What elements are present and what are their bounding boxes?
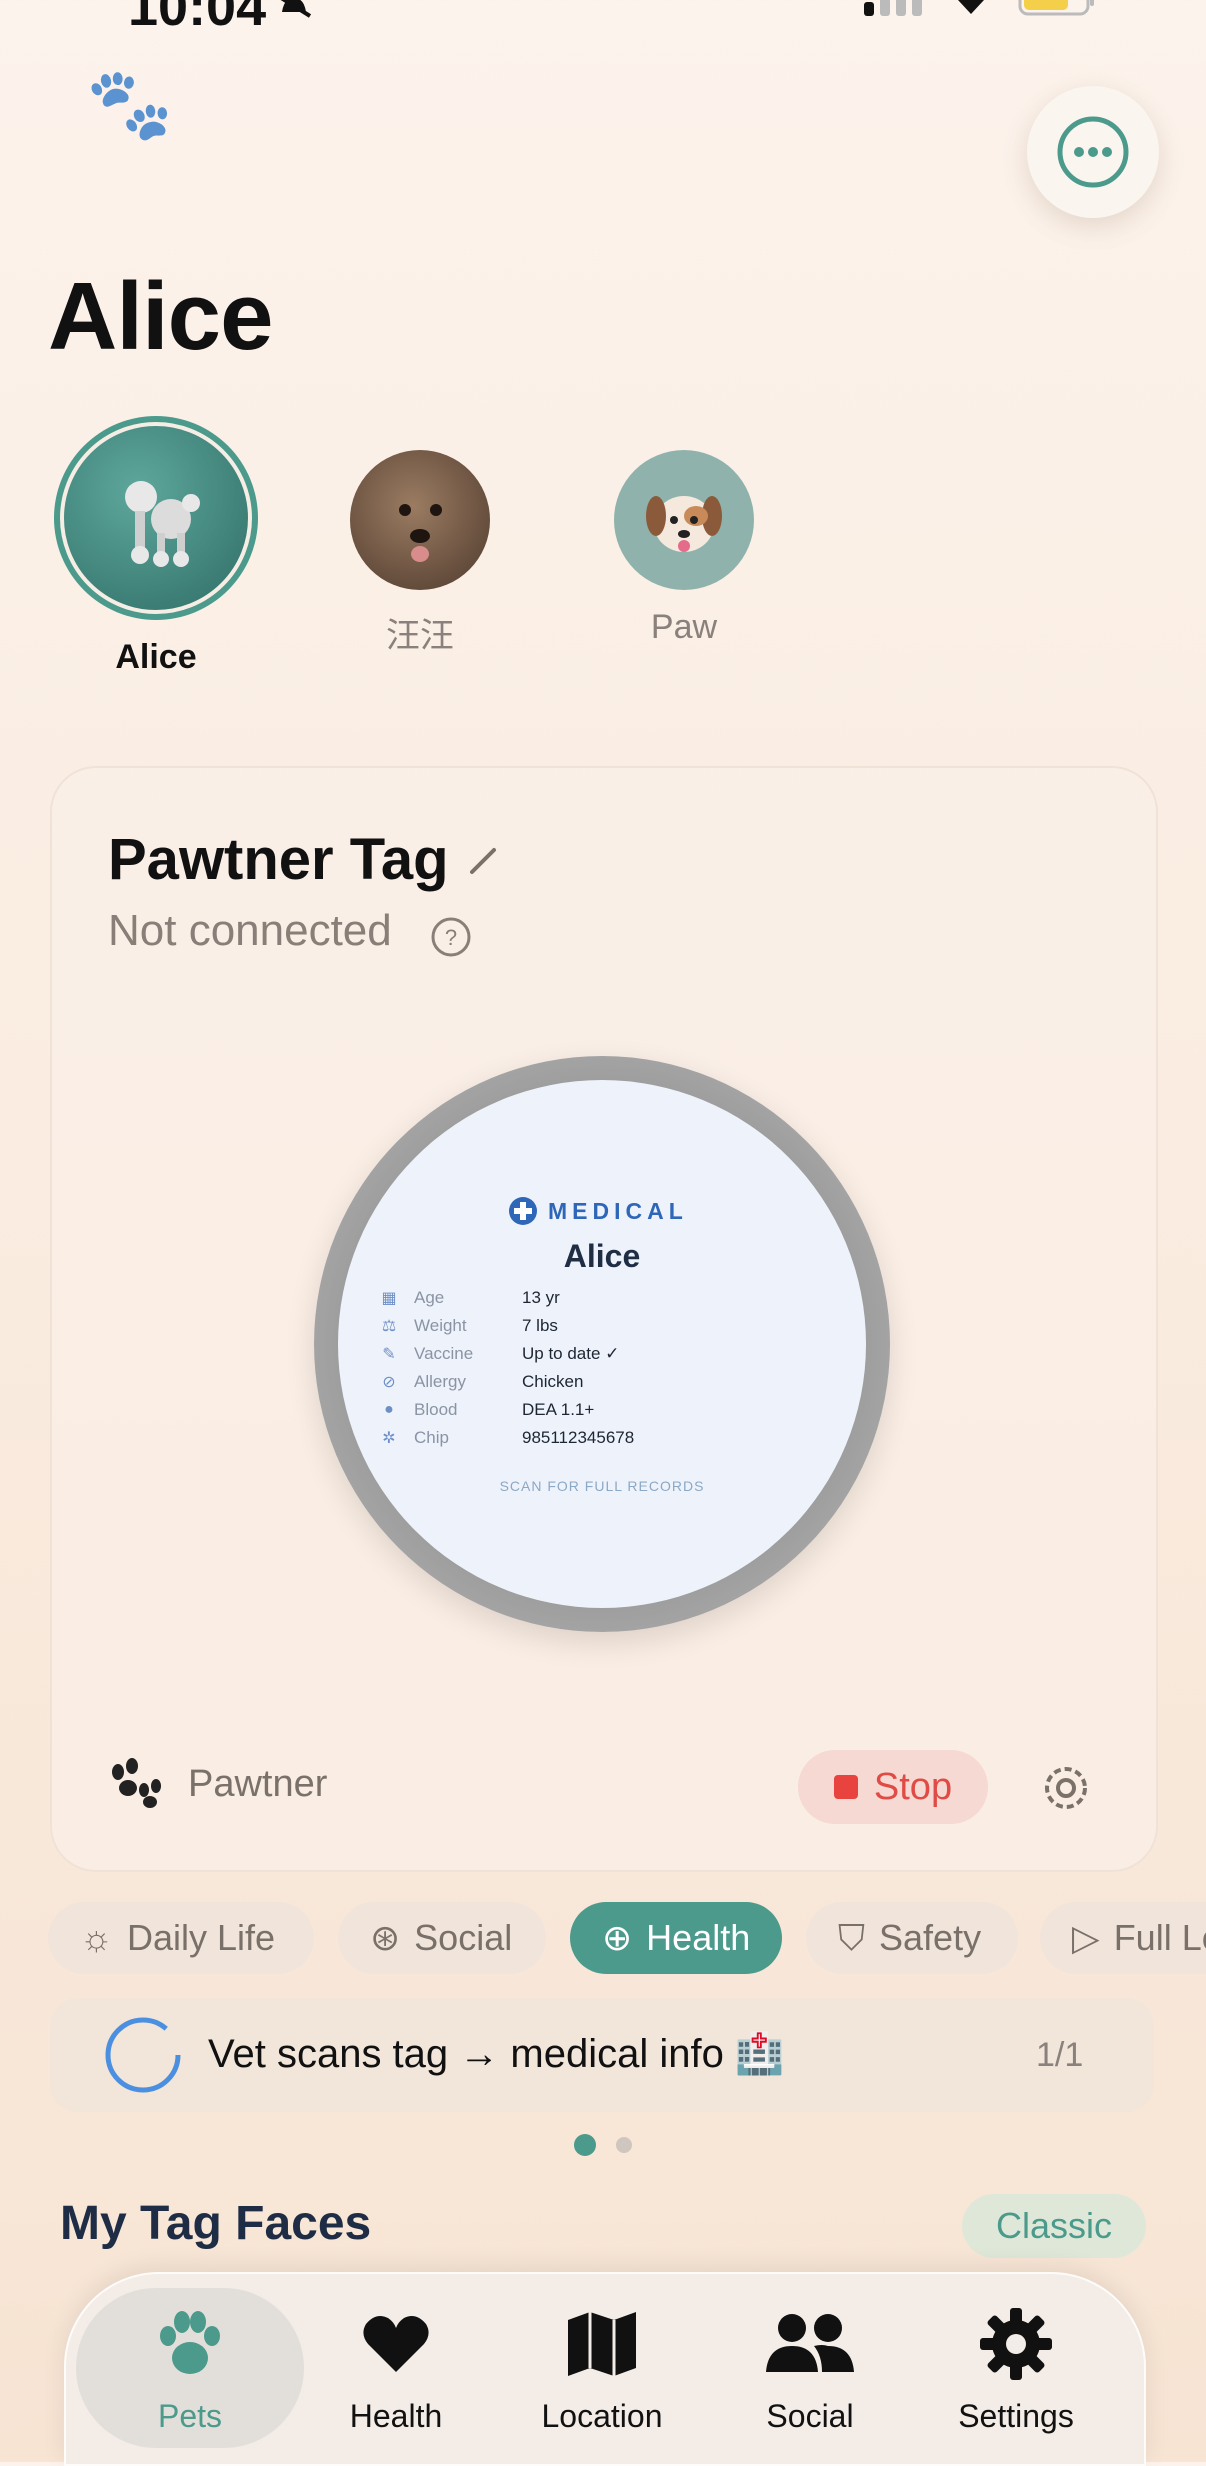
tab-label: Social bbox=[766, 2398, 854, 2434]
medical-value: 985112345678 bbox=[522, 1428, 635, 1447]
pet-selector-paw[interactable]: Paw bbox=[614, 450, 754, 647]
bell-muted-icon bbox=[280, 0, 312, 18]
tab-label: Settings bbox=[958, 2398, 1074, 2434]
tip-count: 1/1 bbox=[1036, 2036, 1084, 2074]
tab-label: Pets bbox=[157, 2398, 223, 2434]
medical-key: Weight bbox=[414, 1316, 467, 1335]
medical-row: ● Blood DEA 1.1+ bbox=[378, 1400, 594, 1420]
more-options-button[interactable] bbox=[1027, 86, 1159, 218]
brand-label: Pawtner bbox=[188, 1762, 328, 1805]
shield-icon: ⛉ bbox=[838, 1916, 866, 1958]
status-time: 10:04 bbox=[128, 0, 267, 37]
pet-name: 汪汪 bbox=[386, 617, 454, 655]
medical-row: ⚖ Weight 7 lbs bbox=[378, 1316, 558, 1336]
tab-label: Location bbox=[541, 2398, 663, 2434]
connection-status: Not connected bbox=[108, 906, 392, 955]
brand-row: Pawtner bbox=[108, 1758, 327, 1810]
sunrise-icon: ☼ bbox=[80, 1917, 113, 1958]
pet-name: Paw bbox=[650, 608, 718, 646]
tab-pets[interactable]: Pets bbox=[94, 2306, 286, 2435]
heart-icon bbox=[363, 2316, 429, 2372]
avatar bbox=[54, 416, 258, 620]
medical-key: Chip bbox=[414, 1428, 449, 1447]
medical-value: Chicken bbox=[522, 1372, 584, 1391]
style-badge[interactable]: Classic bbox=[962, 2194, 1146, 2258]
dog-photo bbox=[399, 504, 442, 562]
chip-label: Full Lo bbox=[1113, 1917, 1206, 1958]
weight-icon: ⚖ bbox=[381, 1318, 397, 1335]
medical-row: ✎ Vaccine Up to date ✓ bbox=[378, 1344, 619, 1364]
tab-settings[interactable]: Settings bbox=[916, 2306, 1116, 2435]
medical-value: DEA 1.1+ bbox=[522, 1400, 595, 1419]
paw-icon bbox=[112, 1758, 161, 1808]
page-dot[interactable] bbox=[616, 2137, 632, 2153]
page-dot-active[interactable] bbox=[574, 2134, 596, 2156]
avatar bbox=[350, 450, 490, 590]
medical-key: Allergy bbox=[414, 1372, 466, 1391]
people-icon bbox=[766, 2314, 854, 2372]
chip-label: Daily Life bbox=[127, 1917, 276, 1958]
tag-settings-gear-icon[interactable] bbox=[1036, 1758, 1096, 1818]
dog-face-icon bbox=[646, 496, 722, 552]
edit-pencil-icon[interactable] bbox=[466, 842, 502, 878]
avatar bbox=[614, 450, 754, 590]
medical-pet-name: Alice bbox=[563, 1238, 641, 1274]
svg-text:?: ? bbox=[445, 925, 457, 950]
tab-social[interactable]: Social bbox=[720, 2306, 900, 2435]
chip-full-log[interactable]: ▷ Full Lo bbox=[1040, 1902, 1206, 1974]
signal-icon bbox=[864, 0, 922, 16]
chip-label: Social bbox=[414, 1917, 513, 1958]
scan-hint: SCAN FOR FULL RECORDS bbox=[499, 1478, 705, 1494]
medical-header-label: MEDICAL bbox=[548, 1197, 688, 1224]
calendar-icon: ▦ bbox=[381, 1290, 397, 1307]
gear-icon bbox=[980, 2308, 1052, 2380]
pet-selector-alice[interactable]: Alice bbox=[54, 416, 258, 677]
tag-title: Pawtner Tag bbox=[108, 827, 449, 892]
tab-health[interactable]: Health bbox=[306, 2306, 486, 2435]
play-circle-icon: ▷ bbox=[1072, 1917, 1100, 1958]
heart-circle-icon: ⊛ bbox=[370, 1917, 401, 1958]
drop-icon: ● bbox=[384, 1401, 394, 1418]
medical-value: Up to date ✓ bbox=[522, 1344, 620, 1363]
chip-label: Safety bbox=[879, 1917, 982, 1958]
map-icon bbox=[568, 2312, 636, 2376]
pet-name: Alice bbox=[115, 638, 197, 676]
stop-button[interactable]: Stop bbox=[798, 1750, 988, 1824]
tab-location[interactable]: Location bbox=[510, 2306, 694, 2435]
page-title: Alice bbox=[48, 263, 273, 370]
medical-value: 13 yr bbox=[522, 1288, 560, 1307]
chip-label: Health bbox=[646, 1917, 751, 1958]
tip-text: Vet scans tag → medical info 🏥 bbox=[208, 2032, 785, 2076]
paw-print-decoration: 🐾 bbox=[86, 65, 174, 143]
chip-icon: ✲ bbox=[382, 1430, 396, 1447]
medical-header: MEDICAL bbox=[508, 1196, 688, 1226]
stop-icon bbox=[833, 1775, 858, 1799]
progress-ring-icon bbox=[105, 2017, 181, 2093]
plus-circle-icon: ⊕ bbox=[602, 1917, 633, 1958]
chip-social[interactable]: ⊛ Social bbox=[338, 1902, 546, 1974]
medical-row: ▦ Age 13 yr bbox=[378, 1288, 560, 1308]
medical-value: 7 lbs bbox=[522, 1316, 558, 1335]
chip-safety[interactable]: ⛉ Safety bbox=[806, 1902, 1018, 1974]
paw-icon bbox=[160, 2311, 220, 2374]
stop-label: Stop bbox=[873, 1765, 953, 1808]
battery-icon bbox=[1018, 0, 1094, 16]
help-icon[interactable]: ? bbox=[430, 916, 472, 958]
syringe-icon: ✎ bbox=[382, 1346, 396, 1363]
medical-cross-icon bbox=[509, 1197, 537, 1225]
medical-key: Blood bbox=[414, 1400, 458, 1419]
medical-key: Vaccine bbox=[414, 1344, 474, 1363]
pet-selector-wangwang[interactable]: 汪汪 bbox=[350, 450, 490, 657]
medical-row: ⊘ Allergy Chicken bbox=[378, 1372, 583, 1392]
ellipsis-icon bbox=[1057, 116, 1129, 188]
medical-row: ✲ Chip 985112345678 bbox=[378, 1428, 634, 1448]
chip-health[interactable]: ⊕ Health bbox=[570, 1902, 782, 1974]
chip-daily-life[interactable]: ☼ Daily Life bbox=[48, 1902, 314, 1974]
section-title: My Tag Faces bbox=[60, 2197, 372, 2250]
wifi-icon bbox=[958, 0, 984, 14]
poodle-icon bbox=[125, 481, 200, 567]
pill-icon: ⊘ bbox=[382, 1374, 396, 1391]
medical-key: Age bbox=[414, 1288, 445, 1307]
tab-label: Health bbox=[349, 2398, 443, 2434]
